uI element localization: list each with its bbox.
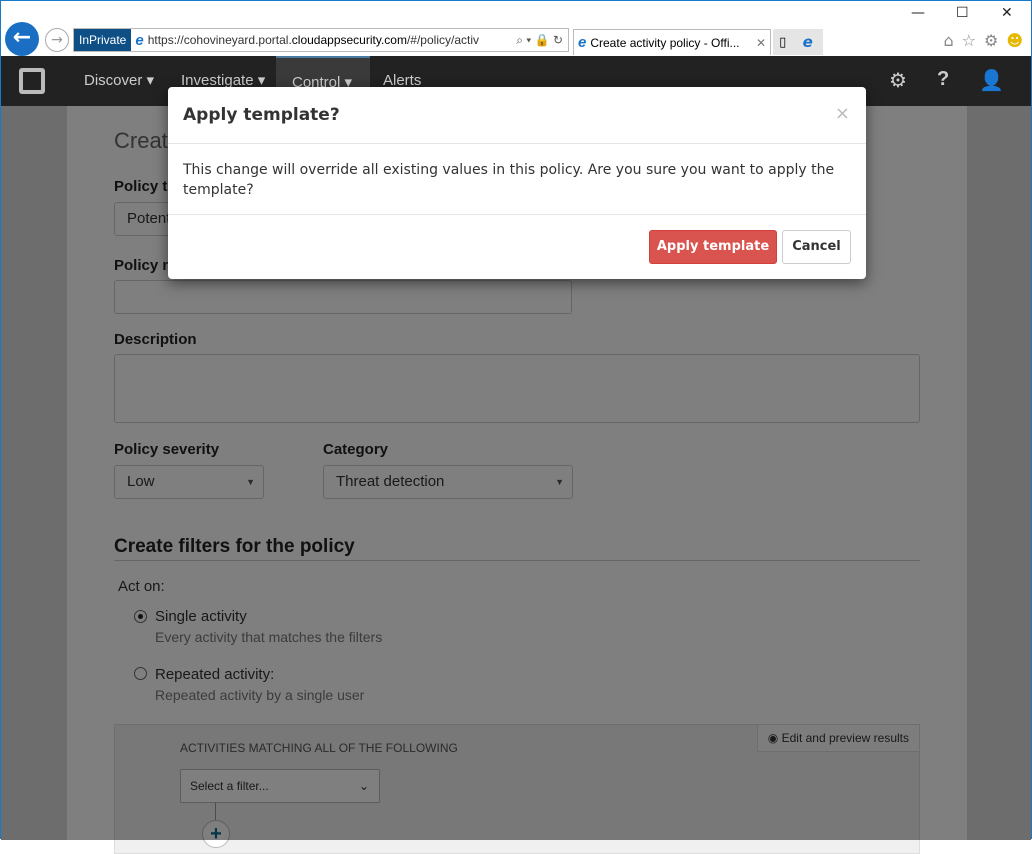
settings-gear-icon[interactable]: ⚙ bbox=[889, 68, 907, 93]
smiley-icon[interactable]: ☻ bbox=[1006, 31, 1023, 50]
new-tab-button[interactable]: ▯ e bbox=[773, 29, 823, 55]
dialog-body: This change will override all existing v… bbox=[168, 144, 866, 215]
gear-icon[interactable]: ⚙ bbox=[984, 31, 998, 50]
address-bar[interactable]: InPrivate e https://cohovineyard.portal.… bbox=[73, 28, 569, 52]
star-icon[interactable]: ☆ bbox=[962, 31, 976, 50]
url-text[interactable]: https://cohovineyard.portal.cloudappsecu… bbox=[148, 33, 512, 47]
ie-icon: e bbox=[135, 31, 144, 49]
inprivate-badge: InPrivate bbox=[74, 29, 132, 51]
maximize-button[interactable]: ☐ bbox=[956, 5, 969, 21]
back-button[interactable]: ← bbox=[5, 22, 39, 56]
user-icon[interactable]: 👤 bbox=[979, 68, 1004, 93]
office-logo-icon[interactable] bbox=[19, 68, 45, 94]
new-tab-icon: ▯ bbox=[779, 34, 787, 50]
ie-icon: e bbox=[802, 33, 813, 51]
tab-title: Create activity policy - Offi... bbox=[590, 35, 740, 50]
browser-tab[interactable]: e Create activity policy - Offi... ✕ bbox=[573, 29, 771, 55]
minimize-button[interactable]: — bbox=[911, 5, 925, 21]
home-icon[interactable]: ⌂ bbox=[943, 31, 953, 50]
nav-discover[interactable]: Discover ▾ bbox=[68, 56, 170, 106]
help-icon[interactable]: ? bbox=[937, 68, 949, 91]
close-tab-icon[interactable]: ✕ bbox=[756, 36, 766, 50]
browser-chrome: — ☐ ✕ ← → InPrivate e https://cohovineya… bbox=[1, 1, 1031, 56]
cancel-button[interactable]: Cancel bbox=[782, 230, 851, 264]
close-window-button[interactable]: ✕ bbox=[1001, 5, 1013, 21]
apply-template-button[interactable]: Apply template bbox=[649, 230, 777, 264]
forward-button[interactable]: → bbox=[45, 28, 69, 52]
search-icon[interactable]: ⌕ ▾ 🔒 ↻ bbox=[516, 33, 563, 48]
apply-template-dialog: Apply template? × This change will overr… bbox=[168, 87, 866, 279]
dialog-title: Apply template? bbox=[168, 87, 866, 144]
ie-icon: e bbox=[578, 34, 587, 51]
close-icon[interactable]: × bbox=[835, 103, 850, 124]
